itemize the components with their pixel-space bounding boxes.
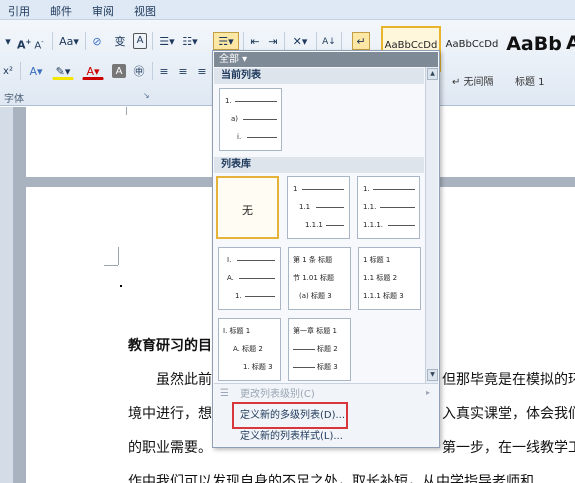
multilevel-list-dropdown: 全部 ▾ 当前列表 1. a) i. 列表库 无 1 1.1 1.1.1 1. … <box>212 50 440 448</box>
align-left-icon[interactable]: ≡ <box>157 62 171 80</box>
style-no-spacing[interactable]: AaBbCcDd <box>442 26 502 72</box>
highlight-box <box>232 402 348 429</box>
menu-bar: 引用 邮件 审阅 视图 <box>0 0 575 20</box>
list-tile-6[interactable]: I. 标题 1 A. 标题 2 1. 标题 3 <box>218 318 281 381</box>
list-library-header: 列表库 <box>214 157 424 173</box>
char-shading-icon[interactable]: A <box>112 64 126 78</box>
menu-mailings[interactable]: 邮件 <box>50 3 72 19</box>
char-border-icon[interactable]: A <box>133 33 147 49</box>
list-tile-none[interactable]: 无 <box>216 176 279 239</box>
center-icon[interactable]: ≡ <box>176 62 190 80</box>
superscript-icon[interactable]: x² <box>1 62 15 80</box>
enclose-char-icon[interactable]: ㊥ <box>131 62 147 80</box>
filter-all-dropdown[interactable]: 全部 ▾ <box>214 52 438 67</box>
style-partial[interactable]: A <box>566 32 575 54</box>
define-list-style-item[interactable]: 定义新的列表样式(L)... <box>240 428 343 446</box>
list-tile-2[interactable]: 1. 1.1. 1.1.1. <box>357 176 420 239</box>
doc-line1-left: 虽然此前 <box>156 372 212 388</box>
change-case-icon[interactable]: Aa▾ <box>57 32 81 50</box>
list-tile-4[interactable]: 第 1 条 标题 节 1.01 标题 (a) 标题 3 <box>288 247 351 310</box>
list-tile-3[interactable]: I. A. 1. <box>218 247 281 310</box>
numbering-icon[interactable]: ☷▾ <box>180 32 200 50</box>
menu-review[interactable]: 审阅 <box>92 3 114 19</box>
decrease-indent-icon[interactable]: ⇤ <box>248 32 262 50</box>
highlight-icon[interactable]: ✎▾ <box>52 62 74 80</box>
doc-line2-left: 境中进行，想 <box>128 406 212 422</box>
font-grow-icon[interactable]: A+ <box>16 32 31 52</box>
style-name-no-spacing: ↵ 无间隔 <box>452 77 494 88</box>
text-effects-icon[interactable]: A▾ <box>26 62 46 80</box>
font-group-label: 字体 <box>4 94 24 105</box>
doc-line2-right: 入真实课堂，体会我们 <box>442 406 575 422</box>
scroll-down-icon[interactable]: ▼ <box>427 369 438 381</box>
list-tile-7[interactable]: 第一章 标题 1 标题 2 标题 3 <box>288 318 351 381</box>
list-tile-1[interactable]: 1 1.1 1.1.1 <box>287 176 350 239</box>
doc-line3-right: 第一步，在一线教学工 <box>442 440 575 456</box>
sort-icon[interactable]: A↓ <box>321 32 337 50</box>
menu-view[interactable]: 视图 <box>134 3 156 19</box>
vertical-ruler <box>0 107 14 483</box>
cursor-mark <box>120 285 122 287</box>
change-level-icon: ☰ <box>220 388 229 399</box>
style-name-heading1: 标题 1 <box>515 77 545 88</box>
font-shrink-icon[interactable]: A- <box>32 32 46 51</box>
scroll-up-icon[interactable]: ▲ <box>427 68 438 80</box>
style-heading1[interactable]: AaBb <box>503 26 565 72</box>
doc-heading: 教育研习的目 <box>128 338 212 354</box>
multilevel-list-icon[interactable]: ☴▾ <box>213 32 239 50</box>
align-right-icon[interactable]: ≡ <box>195 62 209 80</box>
doc-line3-left: 的职业需要。 <box>128 440 212 456</box>
list-tile-5[interactable]: 1 标题 1 1.1 标题 2 1.1.1 标题 3 <box>358 247 421 310</box>
doc-line4: 作中我们可以发现自身的不足之处，取长补短，从中学指导老师和 <box>128 474 534 483</box>
font-color-icon[interactable]: A▾ <box>82 62 104 80</box>
chinese-layout-icon[interactable]: ✕▾ <box>289 32 311 50</box>
font-size-dropdown-icon[interactable]: ▾ <box>1 32 15 50</box>
submenu-arrow-icon: ▸ <box>426 388 431 397</box>
bullets-icon[interactable]: ☰▾ <box>157 32 177 50</box>
doc-line1-right: 但那毕竟是在模拟的环 <box>442 372 575 388</box>
dropdown-scrollbar[interactable]: ▲ ▼ <box>425 67 438 383</box>
phonetic-guide-icon[interactable]: 变 <box>112 32 128 50</box>
current-list-tile[interactable]: 1. a) i. <box>219 88 282 151</box>
current-list-header: 当前列表 <box>214 68 424 84</box>
show-marks-icon[interactable]: ↵ <box>352 32 370 50</box>
dialog-launcher-icon[interactable]: ↘ <box>143 91 150 100</box>
clear-format-icon[interactable]: ⊘ <box>90 32 104 50</box>
increase-indent-icon[interactable]: ⇥ <box>266 32 280 50</box>
menu-references[interactable]: 引用 <box>8 3 30 19</box>
